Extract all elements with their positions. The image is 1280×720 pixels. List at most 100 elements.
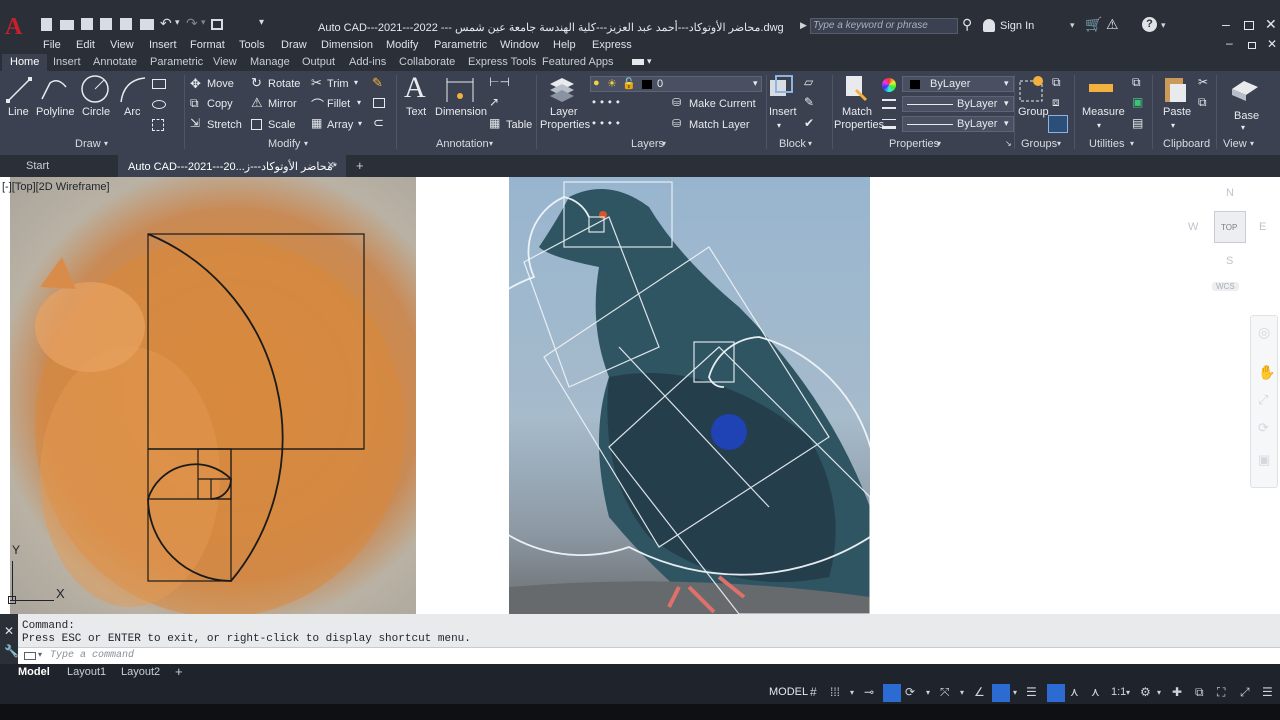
command-handle[interactable]: ✕ 🔧 xyxy=(0,614,19,664)
tab-home[interactable]: Home xyxy=(2,54,48,71)
group-selection-icon[interactable] xyxy=(1048,115,1068,133)
help-icon[interactable]: ? xyxy=(1142,17,1157,32)
menu-file[interactable]: File xyxy=(43,39,61,51)
help-dropdown-icon[interactable]: ▾ xyxy=(1161,20,1166,31)
linetype-icon[interactable] xyxy=(882,99,896,109)
measure-dropdown-icon[interactable]: ▾ xyxy=(1097,121,1101,130)
modify-group-dropdown-icon[interactable]: ▾ xyxy=(304,139,308,148)
annotation-group-label[interactable]: Annotation xyxy=(436,138,489,150)
snap-mode-icon[interactable]: ⁞⁞⁞ xyxy=(830,685,840,699)
menu-draw[interactable]: Draw xyxy=(281,39,307,51)
open-icon[interactable] xyxy=(60,20,74,30)
workspace-dropdown-icon[interactable]: ▾ xyxy=(1157,688,1161,697)
navigation-bar[interactable]: ◎ ✋ ⤢ ⟳ ▣ xyxy=(1250,315,1278,488)
layer-tools-icon[interactable]: ⬩⬩⬩⬩ xyxy=(592,96,624,109)
measure-button[interactable]: Measure xyxy=(1082,106,1125,118)
fillet-dropdown-icon[interactable]: ▾ xyxy=(357,98,361,107)
annotation-scale-dropdown-icon[interactable]: ▾ xyxy=(1126,688,1130,697)
drawing-tab[interactable]: Auto CAD---2021---20...محاضر الأوتوكاد--… xyxy=(118,155,346,177)
ortho-mode-icon[interactable] xyxy=(883,684,901,702)
annotation-visibility-icon[interactable] xyxy=(1047,684,1065,702)
ribbon-options-dropdown-icon[interactable]: ▾ xyxy=(647,56,652,67)
lineweight-icon[interactable] xyxy=(882,119,896,129)
customize-qat-icon[interactable]: ▾ xyxy=(259,17,264,28)
annotation-group-dropdown-icon[interactable]: ▾ xyxy=(489,139,493,148)
command-input[interactable]: ▾ Type a command xyxy=(18,647,1280,664)
doc-minimize-icon[interactable]: – xyxy=(1226,36,1233,50)
view-group-label[interactable]: View xyxy=(1223,138,1247,150)
trim-button[interactable]: Trim xyxy=(327,78,349,90)
share-icon[interactable] xyxy=(211,19,223,30)
zoom-extents-icon[interactable]: ⤢ xyxy=(1258,392,1268,408)
line-button[interactable]: Line xyxy=(8,106,29,118)
block-group-label[interactable]: Block xyxy=(779,138,806,150)
explode-icon[interactable] xyxy=(373,98,385,108)
paste-dropdown-icon[interactable]: ▾ xyxy=(1171,121,1175,130)
table-button[interactable]: Table xyxy=(506,119,532,131)
quick-select-icon[interactable]: ⧉ xyxy=(1132,75,1141,90)
dimension-button[interactable]: Dimension xyxy=(435,106,487,118)
tab-add-ins[interactable]: Add-ins xyxy=(349,56,386,68)
command-customize-icon[interactable]: 🔧 xyxy=(4,644,19,658)
sign-in-link[interactable]: Sign In xyxy=(1000,20,1034,32)
quick-properties-icon[interactable]: ⛶ xyxy=(1217,685,1225,700)
annotation-scale-icon[interactable]: ⋏ xyxy=(1091,685,1100,699)
new-layout-icon[interactable]: + xyxy=(175,664,183,679)
auto-scale-icon[interactable]: ⋏ xyxy=(1070,685,1079,699)
polyline-button[interactable]: Polyline xyxy=(36,106,75,118)
menu-format[interactable]: Format xyxy=(190,39,225,51)
close-tab-icon[interactable]: × xyxy=(327,157,335,172)
save-as-icon[interactable] xyxy=(100,18,112,30)
polar-tracking-icon[interactable]: ⟳ xyxy=(905,685,915,699)
rotate-button[interactable]: Rotate xyxy=(268,78,300,90)
clipboard-group-label[interactable]: Clipboard xyxy=(1163,138,1210,150)
copy-clip-icon[interactable]: ⧉ xyxy=(1198,95,1207,110)
fillet-button[interactable]: Fillet xyxy=(327,98,350,110)
command-close-icon[interactable]: ✕ xyxy=(4,624,14,638)
redo-icon[interactable]: ↷ xyxy=(186,15,198,32)
polar-dropdown-icon[interactable]: ▾ xyxy=(926,688,930,697)
workspace-switching-icon[interactable]: ⚙ xyxy=(1140,685,1151,699)
pan-icon[interactable]: ✋ xyxy=(1258,364,1275,381)
base-button[interactable]: Base xyxy=(1234,110,1259,122)
linetype-dropdown[interactable]: ByLayer ▾ xyxy=(902,96,1014,112)
circle-icon[interactable] xyxy=(80,74,110,104)
infer-constraints-icon[interactable]: ⊸ xyxy=(864,685,874,699)
utilities-group-label[interactable]: Utilities xyxy=(1089,138,1124,150)
select-all-icon[interactable]: ▣ xyxy=(1132,95,1143,109)
line-icon[interactable] xyxy=(6,75,32,105)
move-button[interactable]: Move xyxy=(207,78,234,90)
layers-group-label[interactable]: Layers xyxy=(631,138,664,150)
new-tab-icon[interactable]: + xyxy=(356,158,364,173)
tab-output[interactable]: Output xyxy=(302,56,335,68)
units-icon[interactable]: ⧉ xyxy=(1195,685,1204,700)
layer-dropdown[interactable]: ● ☀ 🔓 0 ▾ xyxy=(590,76,762,92)
autodesk-app-store-icon[interactable]: 🛒 xyxy=(1085,16,1102,33)
linear-dim-icon[interactable]: ⊢⊣ xyxy=(489,75,510,89)
mirror-button[interactable]: Mirror xyxy=(268,98,297,110)
cut-icon[interactable]: ✂ xyxy=(1198,75,1208,89)
ungroup-icon[interactable]: ⧉ xyxy=(1052,75,1061,90)
edit-attributes-icon[interactable]: ✔ xyxy=(804,116,814,130)
trim-dropdown-icon[interactable]: ▾ xyxy=(354,78,358,87)
object-snap-tracking-icon[interactable]: ∠ xyxy=(974,685,985,699)
stretch-button[interactable]: Stretch xyxy=(207,119,242,131)
drawing-canvas[interactable]: [-][Top][2D Wireframe] Y X N W E S TOP W… xyxy=(0,177,1280,614)
app-logo[interactable]: A xyxy=(5,14,22,41)
hatch-icon[interactable] xyxy=(152,119,164,131)
tab-express-tools[interactable]: Express Tools xyxy=(468,56,536,68)
tab-insert[interactable]: Insert xyxy=(53,56,81,68)
rectangle-icon[interactable] xyxy=(152,79,166,89)
restore-window-icon[interactable] xyxy=(1244,21,1254,30)
model-tab[interactable]: Model xyxy=(18,666,50,678)
lineweight-dropdown[interactable]: ByLayer ▾ xyxy=(902,116,1014,132)
insert-button[interactable]: Insert xyxy=(769,106,797,118)
lineweight-display-icon[interactable]: ☰ xyxy=(1026,685,1037,699)
modify-group-label[interactable]: Modify xyxy=(268,138,300,150)
edit-block-icon[interactable]: ✎ xyxy=(804,95,814,109)
menu-view[interactable]: View xyxy=(110,39,134,51)
tab-featured-apps[interactable]: Featured Apps xyxy=(542,56,614,68)
calculator-icon[interactable]: ▤ xyxy=(1132,116,1143,130)
ribbon-options-icon[interactable] xyxy=(632,59,644,65)
make-current-button[interactable]: Make Current xyxy=(689,98,756,110)
